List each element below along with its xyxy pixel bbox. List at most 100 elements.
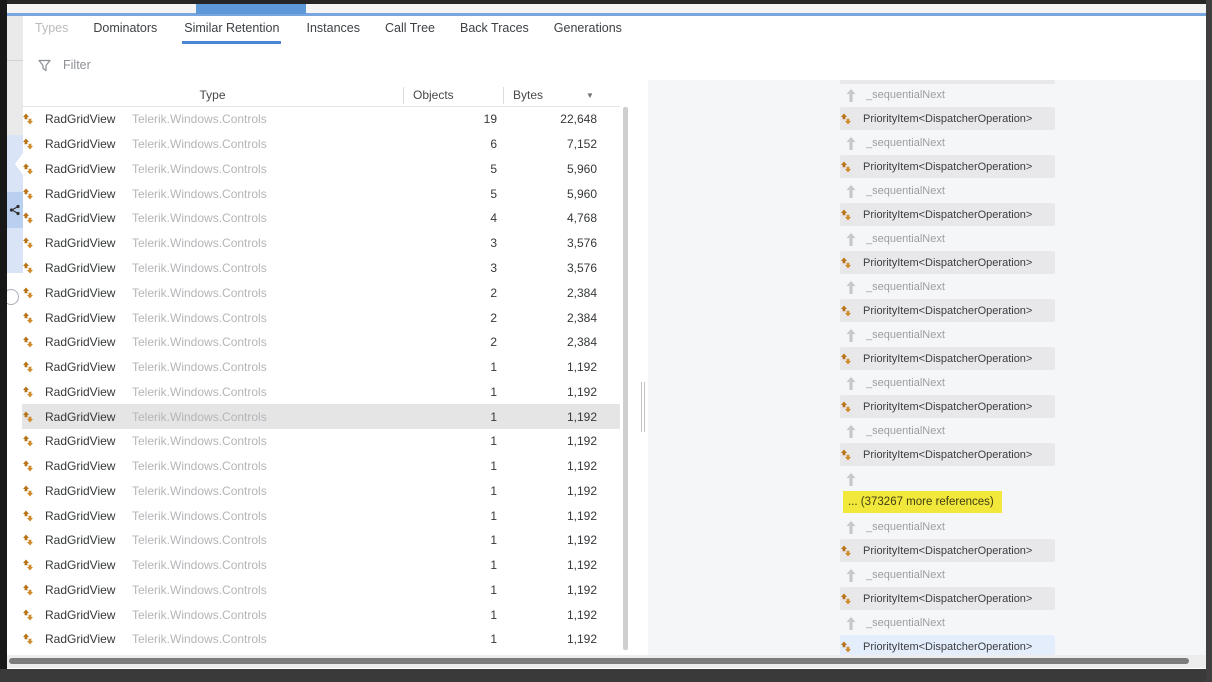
edge-field-label: _sequentialNext bbox=[866, 89, 945, 101]
graph-node[interactable]: PriorityItem<DispatcherOperation> bbox=[840, 155, 1055, 178]
graph-node[interactable]: PriorityItem<DispatcherOperation> bbox=[840, 395, 1055, 418]
type-namespace: Telerik.Windows.Controls bbox=[132, 483, 267, 498]
table-row[interactable]: RadGridView Telerik.Windows.Controls 1 1,19… bbox=[22, 627, 620, 652]
table-row[interactable]: RadGridView Telerik.Windows.Controls 1 1,19… bbox=[22, 404, 620, 429]
type-icon bbox=[23, 262, 33, 274]
graph-node-partial[interactable] bbox=[840, 80, 1055, 84]
table-row[interactable]: RadGridView Telerik.Windows.Controls 6 7,15… bbox=[22, 132, 620, 157]
tab-types[interactable]: Types bbox=[35, 21, 68, 44]
objects-count: 2 bbox=[490, 310, 497, 325]
tab-dominators[interactable]: Dominators bbox=[93, 21, 157, 44]
table-row[interactable]: RadGridView Telerik.Windows.Controls 5 5,96… bbox=[22, 157, 620, 182]
type-namespace: Telerik.Windows.Controls bbox=[132, 161, 267, 176]
table-row[interactable]: RadGridView Telerik.Windows.Controls 5 5,96… bbox=[22, 181, 620, 206]
tab-similar-retention[interactable]: Similar Retention bbox=[182, 21, 282, 44]
tab-call-tree[interactable]: Call Tree bbox=[385, 21, 435, 44]
scrollbar-thumb[interactable] bbox=[9, 658, 1189, 664]
bytes-value: 1,192 bbox=[566, 409, 597, 424]
tab-generations[interactable]: Generations bbox=[554, 21, 622, 44]
timeline-selection-segment[interactable] bbox=[196, 3, 306, 14]
reference-edge: _sequentialNext bbox=[846, 88, 945, 102]
objects-count: 1 bbox=[490, 607, 497, 622]
tab-back-traces[interactable]: Back Traces bbox=[460, 21, 529, 44]
edge-field-label: _sequentialNext bbox=[866, 425, 945, 437]
edge-field-label: _sequentialNext bbox=[866, 617, 945, 629]
memory-profiler-window: Types Dominators Similar Retention Instance… bbox=[0, 0, 1212, 682]
column-header-bytes[interactable]: Bytes bbox=[513, 88, 543, 102]
bytes-value: 5,960 bbox=[566, 161, 597, 176]
table-row[interactable]: RadGridView Telerik.Windows.Controls 1 1,19… bbox=[22, 578, 620, 603]
scrollbar-thumb[interactable] bbox=[623, 107, 628, 650]
bytes-value: 2,384 bbox=[566, 335, 597, 350]
type-icon bbox=[841, 353, 851, 364]
table-row[interactable]: RadGridView Telerik.Windows.Controls 19 22,… bbox=[22, 107, 620, 132]
type-name: RadGridView bbox=[45, 459, 116, 474]
table-row[interactable]: RadGridView Telerik.Windows.Controls 2 2,38… bbox=[22, 280, 620, 305]
table-row[interactable]: RadGridView Telerik.Windows.Controls 4 4,76… bbox=[22, 206, 620, 231]
objects-count: 1 bbox=[490, 434, 497, 449]
column-header-type[interactable]: Type bbox=[22, 88, 403, 102]
type-namespace: Telerik.Windows.Controls bbox=[132, 236, 267, 251]
tab-instances[interactable]: Instances bbox=[306, 21, 360, 44]
type-icon bbox=[23, 336, 33, 348]
type-icon bbox=[841, 593, 851, 604]
graph-node[interactable]: PriorityItem<DispatcherOperation> bbox=[840, 107, 1055, 130]
type-namespace: Telerik.Windows.Controls bbox=[132, 260, 267, 275]
filter-control[interactable]: Filter bbox=[38, 58, 91, 72]
graph-node[interactable]: PriorityItem<DispatcherOperation> bbox=[840, 347, 1055, 370]
horizontal-scrollbar[interactable] bbox=[7, 655, 1206, 668]
table-vertical-scrollbar[interactable] bbox=[622, 107, 629, 653]
type-namespace: Telerik.Windows.Controls bbox=[132, 360, 267, 375]
table-row[interactable]: RadGridView Telerik.Windows.Controls 1 1,19… bbox=[22, 379, 620, 404]
types-table: RadGridView Telerik.Windows.Controls 19 22,… bbox=[22, 107, 620, 653]
type-name: RadGridView bbox=[45, 434, 116, 449]
bytes-value: 2,384 bbox=[566, 310, 597, 325]
type-icon bbox=[841, 161, 851, 172]
left-rail-divider bbox=[7, 60, 23, 61]
rail-similar-retention-tile[interactable] bbox=[7, 192, 23, 228]
graph-node[interactable]: PriorityItem<DispatcherOperation> bbox=[840, 587, 1055, 610]
table-row[interactable]: RadGridView Telerik.Windows.Controls 3 3,57… bbox=[22, 256, 620, 281]
edge-field-label: _sequentialNext bbox=[866, 329, 945, 341]
type-icon bbox=[841, 449, 851, 460]
funnel-icon bbox=[38, 59, 51, 71]
type-icon bbox=[23, 212, 33, 224]
sort-caret-icon[interactable]: ▼ bbox=[586, 91, 594, 100]
graph-node[interactable]: PriorityItem<DispatcherOperation> bbox=[840, 251, 1055, 274]
objects-count: 1 bbox=[490, 384, 497, 399]
bytes-value: 7,152 bbox=[566, 137, 597, 152]
table-row[interactable]: RadGridView Telerik.Windows.Controls 2 2,38… bbox=[22, 330, 620, 355]
column-separator[interactable] bbox=[403, 87, 404, 104]
graph-node[interactable]: PriorityItem<DispatcherOperation> bbox=[840, 443, 1055, 466]
type-name: RadGridView bbox=[45, 310, 116, 325]
up-arrow-icon bbox=[846, 136, 856, 150]
reference-edge: _sequentialNext bbox=[846, 232, 945, 246]
type-name: RadGridView bbox=[45, 533, 116, 548]
bytes-value: 3,576 bbox=[566, 236, 597, 251]
graph-node[interactable]: PriorityItem<DispatcherOperation> bbox=[840, 299, 1055, 322]
more-references-link[interactable]: ... (373267 more references) bbox=[843, 491, 1002, 513]
table-row[interactable]: RadGridView Telerik.Windows.Controls 1 1,19… bbox=[22, 503, 620, 528]
objects-count: 1 bbox=[490, 558, 497, 573]
type-namespace: Telerik.Windows.Controls bbox=[132, 558, 267, 573]
graph-node-label: PriorityItem<DispatcherOperation> bbox=[863, 592, 1033, 605]
table-row[interactable]: RadGridView Telerik.Windows.Controls 1 1,19… bbox=[22, 602, 620, 627]
type-icon bbox=[23, 485, 33, 497]
graph-node[interactable]: PriorityItem<DispatcherOperation> bbox=[840, 203, 1055, 226]
table-row[interactable]: RadGridView Telerik.Windows.Controls 1 1,19… bbox=[22, 429, 620, 454]
graph-node-label: PriorityItem<DispatcherOperation> bbox=[863, 208, 1033, 221]
panel-splitter[interactable] bbox=[641, 382, 647, 432]
type-icon bbox=[23, 411, 33, 423]
objects-count: 5 bbox=[490, 161, 497, 176]
column-separator[interactable] bbox=[503, 87, 504, 104]
table-row[interactable]: RadGridView Telerik.Windows.Controls 1 1,19… bbox=[22, 478, 620, 503]
table-row[interactable]: RadGridView Telerik.Windows.Controls 1 1,19… bbox=[22, 528, 620, 553]
table-row[interactable]: RadGridView Telerik.Windows.Controls 2 2,38… bbox=[22, 305, 620, 330]
column-header-objects[interactable]: Objects bbox=[413, 88, 454, 102]
table-row[interactable]: RadGridView Telerik.Windows.Controls 3 3,57… bbox=[22, 231, 620, 256]
table-row[interactable]: RadGridView Telerik.Windows.Controls 1 1,19… bbox=[22, 553, 620, 578]
timeline-accent-line bbox=[0, 13, 1212, 16]
table-row[interactable]: RadGridView Telerik.Windows.Controls 1 1,19… bbox=[22, 355, 620, 380]
graph-node[interactable]: PriorityItem<DispatcherOperation> bbox=[840, 539, 1055, 562]
table-row[interactable]: RadGridView Telerik.Windows.Controls 1 1,19… bbox=[22, 454, 620, 479]
